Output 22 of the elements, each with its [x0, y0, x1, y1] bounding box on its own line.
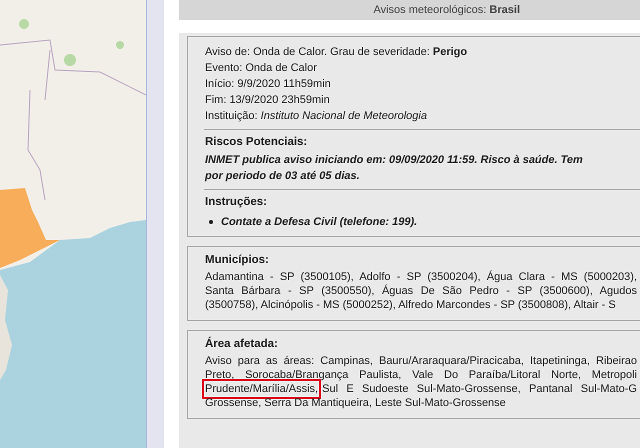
list-text: Aviso para as áreas: Campinas, Bauru/Araraquara/Piracicaba, Itapetininga, Ribeirao — [205, 354, 637, 368]
section-heading: Área afetada: — [205, 338, 279, 350]
section-heading: Instruções: — [205, 196, 268, 208]
alert-detail: Evento: Onda de Calor — [205, 61, 318, 76]
list-text: Santa Bárbara - SP (3500550), Águas De São Pedro - SP (3500600), Agudos — [205, 284, 637, 298]
alert-detail: Instituição: Instituto Nacional de Meteorologia — [205, 109, 428, 124]
highlighted-text: Prudente/Marília/Assis, — [205, 382, 318, 396]
risk-text: INMET publica aviso iniciando em: 09/09/2020 11:59. Risco à saúde. Tem — [205, 153, 584, 168]
list-text: Grossense, Serra Da Mantiqueira, Leste Sul-Mato-Grossense — [205, 396, 506, 410]
section-heading: Riscos Potenciais: — [205, 136, 308, 148]
list-text: Adamantina - SP (3500105), Adolfo - SP (3500204), Água Clara - MS (5000203), — [205, 270, 637, 284]
bullet-icon — [209, 220, 213, 224]
alert-detail: Início: 9/9/2020 11h59min — [205, 77, 332, 92]
list-text: Sul E Sudoeste Sul-Mato-Grossense, Pantanal Sul-Mato-G — [322, 382, 637, 396]
risk-text: por periodo de 03 até 05 dias. — [205, 169, 361, 184]
list-text: (3500758), Alcinópolis - MS (5000252), Alfredo Marcondes - SP (3500808), Altair - S — [205, 298, 616, 312]
instruction-text: Contate a Defesa Civil (telefone: 199). — [221, 216, 418, 228]
list-text: Preto, Sorocaba/Brangança Paulista, Vale Do Paraíba/Litoral Norte, Metropoli — [205, 368, 637, 382]
section-heading: Municípios: — [205, 254, 270, 266]
alert-detail: Fim: 13/9/2020 23h59min — [205, 93, 331, 108]
header-title: Avisos meteorológicos: Brasil — [373, 4, 520, 16]
alert-detail: Aviso de: Onda de Calor. Grau de severidade: Perigo — [205, 45, 468, 60]
